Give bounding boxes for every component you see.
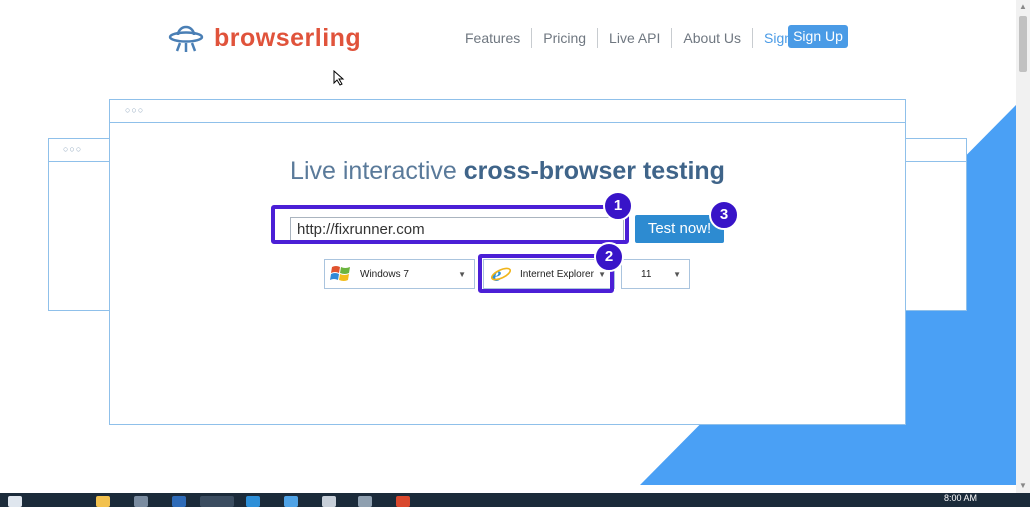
start-icon[interactable] — [8, 496, 22, 507]
taskbar-active-app-icon[interactable] — [200, 496, 234, 507]
taskbar-clock: 8:00 AM — [944, 493, 978, 503]
vertical-scrollbar[interactable]: ▲ ▼ — [1016, 0, 1030, 493]
annotation-badge-3: 3 — [709, 200, 739, 230]
nav-about-us[interactable]: About Us — [672, 28, 754, 48]
page: ○○○ browserling Features Pricing Live AP… — [0, 0, 1016, 493]
taskbar-app-icon[interactable] — [284, 496, 298, 507]
os-selected: Windows 7 — [360, 268, 409, 280]
chevron-down-icon: ▼ — [458, 270, 466, 279]
taskbar-app-icon[interactable] — [172, 496, 186, 507]
mouse-cursor-icon — [333, 70, 345, 86]
sign-up-button[interactable]: Sign Up — [788, 25, 848, 48]
scroll-down-icon[interactable]: ▼ — [1016, 479, 1030, 493]
brand-logo[interactable]: browserling — [168, 22, 361, 54]
annotation-badge-2: 2 — [594, 242, 624, 272]
windows-logo-icon — [330, 266, 350, 281]
scrollbar-thumb[interactable] — [1019, 16, 1027, 72]
headline-light: Live interactive — [290, 157, 464, 185]
window-title-bar — [110, 100, 905, 123]
windows-taskbar: 8:00 AM — [0, 493, 1030, 507]
window-dots: ○○○ — [63, 144, 83, 154]
nav-features[interactable]: Features — [454, 28, 533, 48]
ufo-icon — [168, 25, 204, 52]
file-explorer-icon[interactable] — [96, 496, 110, 507]
taskbar-app-icon[interactable] — [358, 496, 372, 507]
annotation-badge-1: 1 — [603, 191, 633, 221]
page-headline: Live interactive cross-browser testing — [110, 157, 905, 186]
chevron-down-icon: ▼ — [673, 270, 681, 279]
taskbar-app-icon[interactable] — [246, 496, 260, 507]
highlight-url-box — [271, 205, 629, 244]
nav-pricing[interactable]: Pricing — [532, 28, 599, 48]
taskbar-app-icon[interactable] — [322, 496, 336, 507]
headline-bold: cross-browser testing — [463, 157, 725, 185]
os-select[interactable]: Windows 7 ▼ — [324, 259, 475, 289]
version-selected: 11 — [641, 268, 652, 280]
taskbar-app-icon[interactable] — [396, 496, 410, 507]
window-dots: ○○○ — [125, 105, 145, 115]
top-nav: Features Pricing Live API About Us Sign … — [454, 26, 819, 50]
brand-name: browserling — [214, 23, 362, 52]
nav-live-api[interactable]: Live API — [598, 28, 673, 48]
scroll-up-icon[interactable]: ▲ — [1016, 0, 1030, 14]
version-select[interactable]: 11 ▼ — [621, 259, 690, 289]
taskbar-app-icon[interactable] — [134, 496, 148, 507]
